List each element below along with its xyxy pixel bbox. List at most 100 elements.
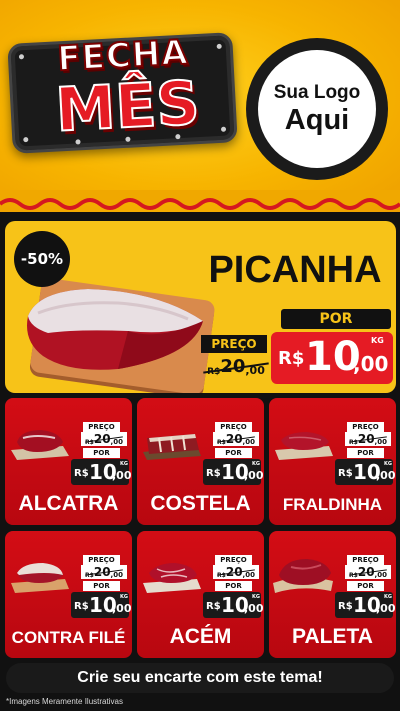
product-name: CONTRA FILÉ: [11, 628, 126, 647]
create-flyer-button[interactable]: Crie seu encarte com este tema!: [6, 663, 394, 693]
new-price: R$ 10 ,00 KG: [203, 459, 264, 485]
product-name: COSTELA: [150, 492, 251, 515]
price-unit: KG: [384, 594, 392, 600]
old-price-currency: R$: [349, 572, 358, 579]
product-card-costela[interactable]: PREÇO R$ 20,00 POR R$ 10 ,00 KG COSTELA: [137, 398, 264, 525]
product-card-acem[interactable]: PREÇO R$ 20,00 POR R$ 10 ,00 KG ACÉM: [137, 531, 264, 658]
old-price-currency: R$: [217, 572, 226, 579]
old-price: R$ 20,00: [345, 565, 391, 579]
new-price-label: POR: [347, 448, 384, 458]
price-unit: KG: [371, 336, 384, 345]
old-price-currency: R$: [217, 439, 226, 446]
old-price-integer: 20: [93, 432, 111, 446]
new-price: R$ 10 ,00 KG: [271, 332, 393, 384]
new-price-label: POR: [281, 309, 391, 329]
rivet-icon: [23, 136, 29, 143]
old-price-integer: 20: [220, 356, 246, 377]
price-currency: R$: [338, 601, 353, 612]
disclaimer-text: *Imagens Meramente Ilustrativas: [6, 697, 123, 706]
old-price-decimal: ,00: [374, 571, 387, 579]
product-name: ALCATRA: [18, 492, 119, 515]
price-decimal: ,00: [376, 602, 396, 615]
product-name: PALETA: [292, 625, 373, 648]
old-price-decimal: ,00: [245, 364, 265, 377]
featured-product-picanha[interactable]: -50% PICANHA PREÇO R$ 20 ,00 POR R$ 10 ,…: [5, 221, 396, 393]
price-unit: KG: [120, 461, 128, 467]
product-card-paleta[interactable]: PREÇO R$ 20,00 POR R$ 10 ,00 KG PALETA: [269, 531, 396, 658]
new-price: R$ 10 ,00 KG: [203, 592, 264, 618]
product-name: FRALDINHA: [282, 495, 383, 514]
acem-meat-image: [143, 563, 201, 593]
product-title: PICANHA: [208, 249, 382, 291]
new-price-label: POR: [215, 448, 252, 458]
old-price-decimal: ,00: [110, 438, 123, 446]
old-price: R$ 20,00: [345, 432, 391, 446]
product-grid: PREÇO R$ 20,00 POR R$ 10 ,00 KG ALCATRA P…: [5, 398, 396, 658]
new-price-label: POR: [215, 581, 252, 591]
old-price-integer: 20: [357, 432, 375, 446]
old-price-label: PREÇO: [215, 555, 252, 565]
price-unit: KG: [384, 461, 392, 467]
product-card-alcatra[interactable]: PREÇO R$ 20,00 POR R$ 10 ,00 KG ALCATRA: [5, 398, 132, 525]
old-price-label: PREÇO: [83, 555, 120, 565]
new-price: R$ 10 ,00 KG: [71, 459, 132, 485]
product-card-contra-file[interactable]: PREÇO R$ 20,00 POR R$ 10 ,00 KG CONTRA FI…: [5, 531, 132, 658]
old-price-integer: 20: [225, 565, 243, 579]
discount-badge: -50%: [14, 231, 70, 287]
price-currency: R$: [74, 601, 89, 612]
old-price-integer: 20: [357, 565, 375, 579]
price-unit: KG: [252, 594, 260, 600]
contra-file-meat-image: [11, 563, 69, 593]
new-price-label: POR: [347, 581, 384, 591]
rivet-icon: [220, 126, 227, 132]
old-price: R$ 20,00: [81, 565, 127, 579]
old-price-currency: R$: [85, 439, 94, 446]
old-price-currency: R$: [349, 439, 358, 446]
badge-title-line2: MÊS: [53, 67, 202, 146]
price-decimal: ,00: [244, 469, 264, 482]
product-card-fraldinha[interactable]: PREÇO R$ 20,00 POR R$ 10 ,00 KG FRALDINHA: [269, 398, 396, 525]
old-price-label: PREÇO: [215, 422, 252, 432]
old-price-decimal: ,00: [242, 571, 255, 579]
old-price-currency: R$: [85, 572, 94, 579]
price-unit: KG: [120, 594, 128, 600]
product-name: ACÉM: [169, 625, 232, 648]
header-wave-divider: [0, 190, 400, 210]
logo-inner-circle: Sua Logo Aqui: [258, 50, 376, 168]
costela-meat-image: [143, 434, 201, 460]
logo-text-line2: Aqui: [284, 104, 350, 136]
new-price-label: POR: [83, 448, 120, 458]
old-price: R$ 20,00: [81, 432, 127, 446]
new-price: R$ 10 ,00 KG: [71, 592, 132, 618]
price-unit: KG: [252, 461, 260, 467]
new-price: R$ 10 ,00 KG: [335, 459, 396, 485]
logo-text-line1: Sua Logo: [273, 82, 361, 103]
price-currency: R$: [206, 468, 221, 479]
price-currency: R$: [338, 468, 353, 479]
old-price: R$ 20,00: [213, 432, 259, 446]
new-price-label: POR: [83, 581, 120, 591]
old-price-decimal: ,00: [374, 438, 387, 446]
rivet-icon: [18, 54, 25, 60]
old-price-label: PREÇO: [201, 335, 267, 353]
price-decimal: ,00: [353, 352, 389, 376]
alcatra-meat-image: [11, 430, 69, 460]
price-currency: R$: [74, 468, 89, 479]
old-price: R$ 20,00: [213, 565, 259, 579]
paleta-meat-image: [273, 559, 333, 593]
store-logo-placeholder: Sua Logo Aqui: [246, 38, 388, 180]
price-currency: R$: [206, 601, 221, 612]
price-decimal: ,00: [244, 602, 264, 615]
old-price-label: PREÇO: [347, 422, 384, 432]
old-price-integer: 20: [225, 432, 243, 446]
price-decimal: ,00: [376, 469, 396, 482]
price-decimal: ,00: [112, 602, 132, 615]
price-decimal: ,00: [112, 469, 132, 482]
price-currency: R$: [278, 348, 305, 369]
new-price: R$ 10 ,00 KG: [335, 592, 396, 618]
old-price-label: PREÇO: [347, 555, 384, 565]
header-banner: FECHA MÊS Sua Logo Aqui: [0, 0, 400, 212]
old-price-decimal: ,00: [110, 571, 123, 579]
old-price-integer: 20: [93, 565, 111, 579]
fraldinha-meat-image: [275, 432, 333, 460]
